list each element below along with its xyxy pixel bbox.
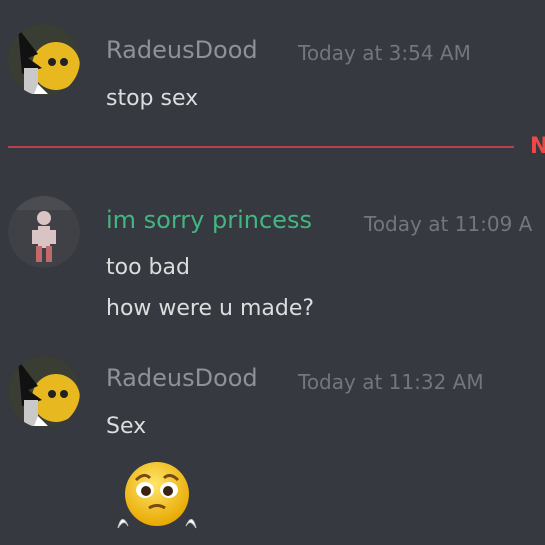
message-text: Sex [106,414,147,439]
new-messages-divider [8,146,514,148]
pleading-face-emoji-icon [112,458,202,538]
message-text: how were u made? [106,296,315,321]
message-text: stop sex [106,86,199,111]
figure-avatar-icon[interactable] [8,196,80,268]
emoji-character-avatar-icon[interactable] [8,356,80,428]
emoji-character-avatar-icon[interactable] [8,24,80,96]
timestamp: Today at 3:54 AM [298,41,471,65]
timestamp: Today at 11:09 A [364,212,533,236]
message-text: too bad [106,255,190,280]
username[interactable]: RadeusDood [106,364,258,392]
new-messages-label: N [530,134,545,159]
timestamp: Today at 11:32 AM [298,370,484,394]
username[interactable]: RadeusDood [106,36,258,64]
username[interactable]: im sorry princess [106,206,312,234]
